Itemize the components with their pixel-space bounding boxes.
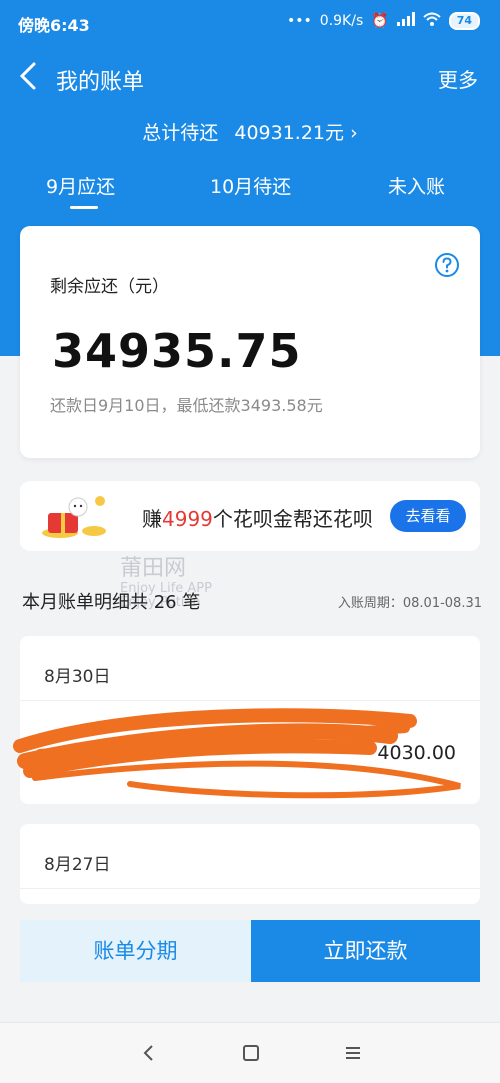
back-arrow-icon	[143, 1045, 153, 1061]
transaction-amount: 4030.00	[377, 742, 456, 764]
status-bar: 傍晚6:43 ••• 0.9K/s ⏰ 74	[0, 0, 500, 40]
system-home-button[interactable]	[242, 1043, 260, 1067]
total-due-amount: 40931.21元	[234, 122, 345, 144]
active-tab-indicator	[70, 206, 98, 209]
top-navigation: 我的账单 更多	[0, 54, 500, 102]
remaining-due-label: 剩余应还（元）	[50, 277, 169, 297]
watermark-title: 莆田网	[120, 556, 187, 581]
chevron-right-icon: ›	[350, 122, 358, 144]
promo-suffix: 个花呗金帮还花呗	[212, 507, 373, 531]
promo-text: 赚4999个花呗金帮还花呗	[142, 503, 373, 532]
alarm-icon: ⏰	[371, 13, 389, 29]
tab-unposted[interactable]: 未入账	[388, 172, 445, 199]
day-group: 8月27日	[20, 824, 480, 904]
bill-tabs: 9月应还 10月待还 未入账	[0, 172, 500, 222]
page-title: 我的账单	[56, 70, 145, 95]
wifi-icon	[423, 12, 441, 30]
divider	[20, 700, 480, 701]
billing-cycle: 入账周期：08.01-08.31	[337, 596, 482, 611]
battery-icon: 74	[448, 12, 480, 30]
total-due-link[interactable]: 总计待还 40931.21元 ›	[0, 118, 500, 145]
go-see-button[interactable]: 去看看	[390, 500, 466, 532]
pay-now-button[interactable]: 立即还款	[251, 920, 480, 982]
divider	[20, 888, 480, 889]
system-menu-button[interactable]	[344, 1043, 362, 1067]
day-group: 8月30日 4030.00	[13, 636, 480, 804]
remaining-due-card: 剩余应还（元） 34935.75 还款日9月10日，最低还款3493.58元	[20, 226, 480, 458]
installment-button[interactable]: 账单分期	[20, 920, 251, 982]
back-button[interactable]	[18, 58, 38, 98]
bill-count-title: 本月账单明细共 26 笔	[22, 592, 201, 613]
signal-icon	[396, 12, 415, 30]
day-date: 8月27日	[44, 855, 111, 875]
chevron-left-icon	[19, 62, 36, 90]
bill-detail-header: 本月账单明细共 26 笔 入账周期：08.01-08.31	[22, 588, 482, 614]
due-date-info: 还款日9月10日，最低还款3493.58元	[50, 396, 323, 415]
status-icons: ••• 0.9K/s ⏰ 74	[287, 12, 480, 30]
more-dots-icon: •••	[287, 13, 312, 29]
day-date: 8月30日	[44, 667, 111, 687]
more-button[interactable]: 更多	[438, 64, 478, 93]
help-icon[interactable]	[434, 252, 460, 282]
system-back-button[interactable]	[140, 1043, 156, 1067]
remaining-due-amount: 34935.75	[52, 324, 302, 378]
promo-highlight: 4999	[162, 507, 213, 531]
status-time: 傍晚6:43	[18, 16, 90, 35]
promo-prefix: 赚	[142, 507, 162, 531]
network-speed: 0.9K/s	[319, 13, 364, 29]
promo-banner[interactable]: 赚4999个花呗金帮还花呗 去看看	[20, 481, 480, 551]
tab-september-due[interactable]: 9月应还	[46, 172, 115, 199]
action-bar: 账单分期 立即还款	[20, 920, 480, 982]
gift-mascot-icon	[38, 493, 118, 545]
total-due-label: 总计待还	[142, 122, 219, 144]
menu-lines-icon	[346, 1047, 360, 1059]
home-square-icon	[243, 1045, 259, 1061]
tab-october-pending[interactable]: 10月待还	[210, 172, 291, 199]
system-navigation-bar	[0, 1022, 500, 1083]
